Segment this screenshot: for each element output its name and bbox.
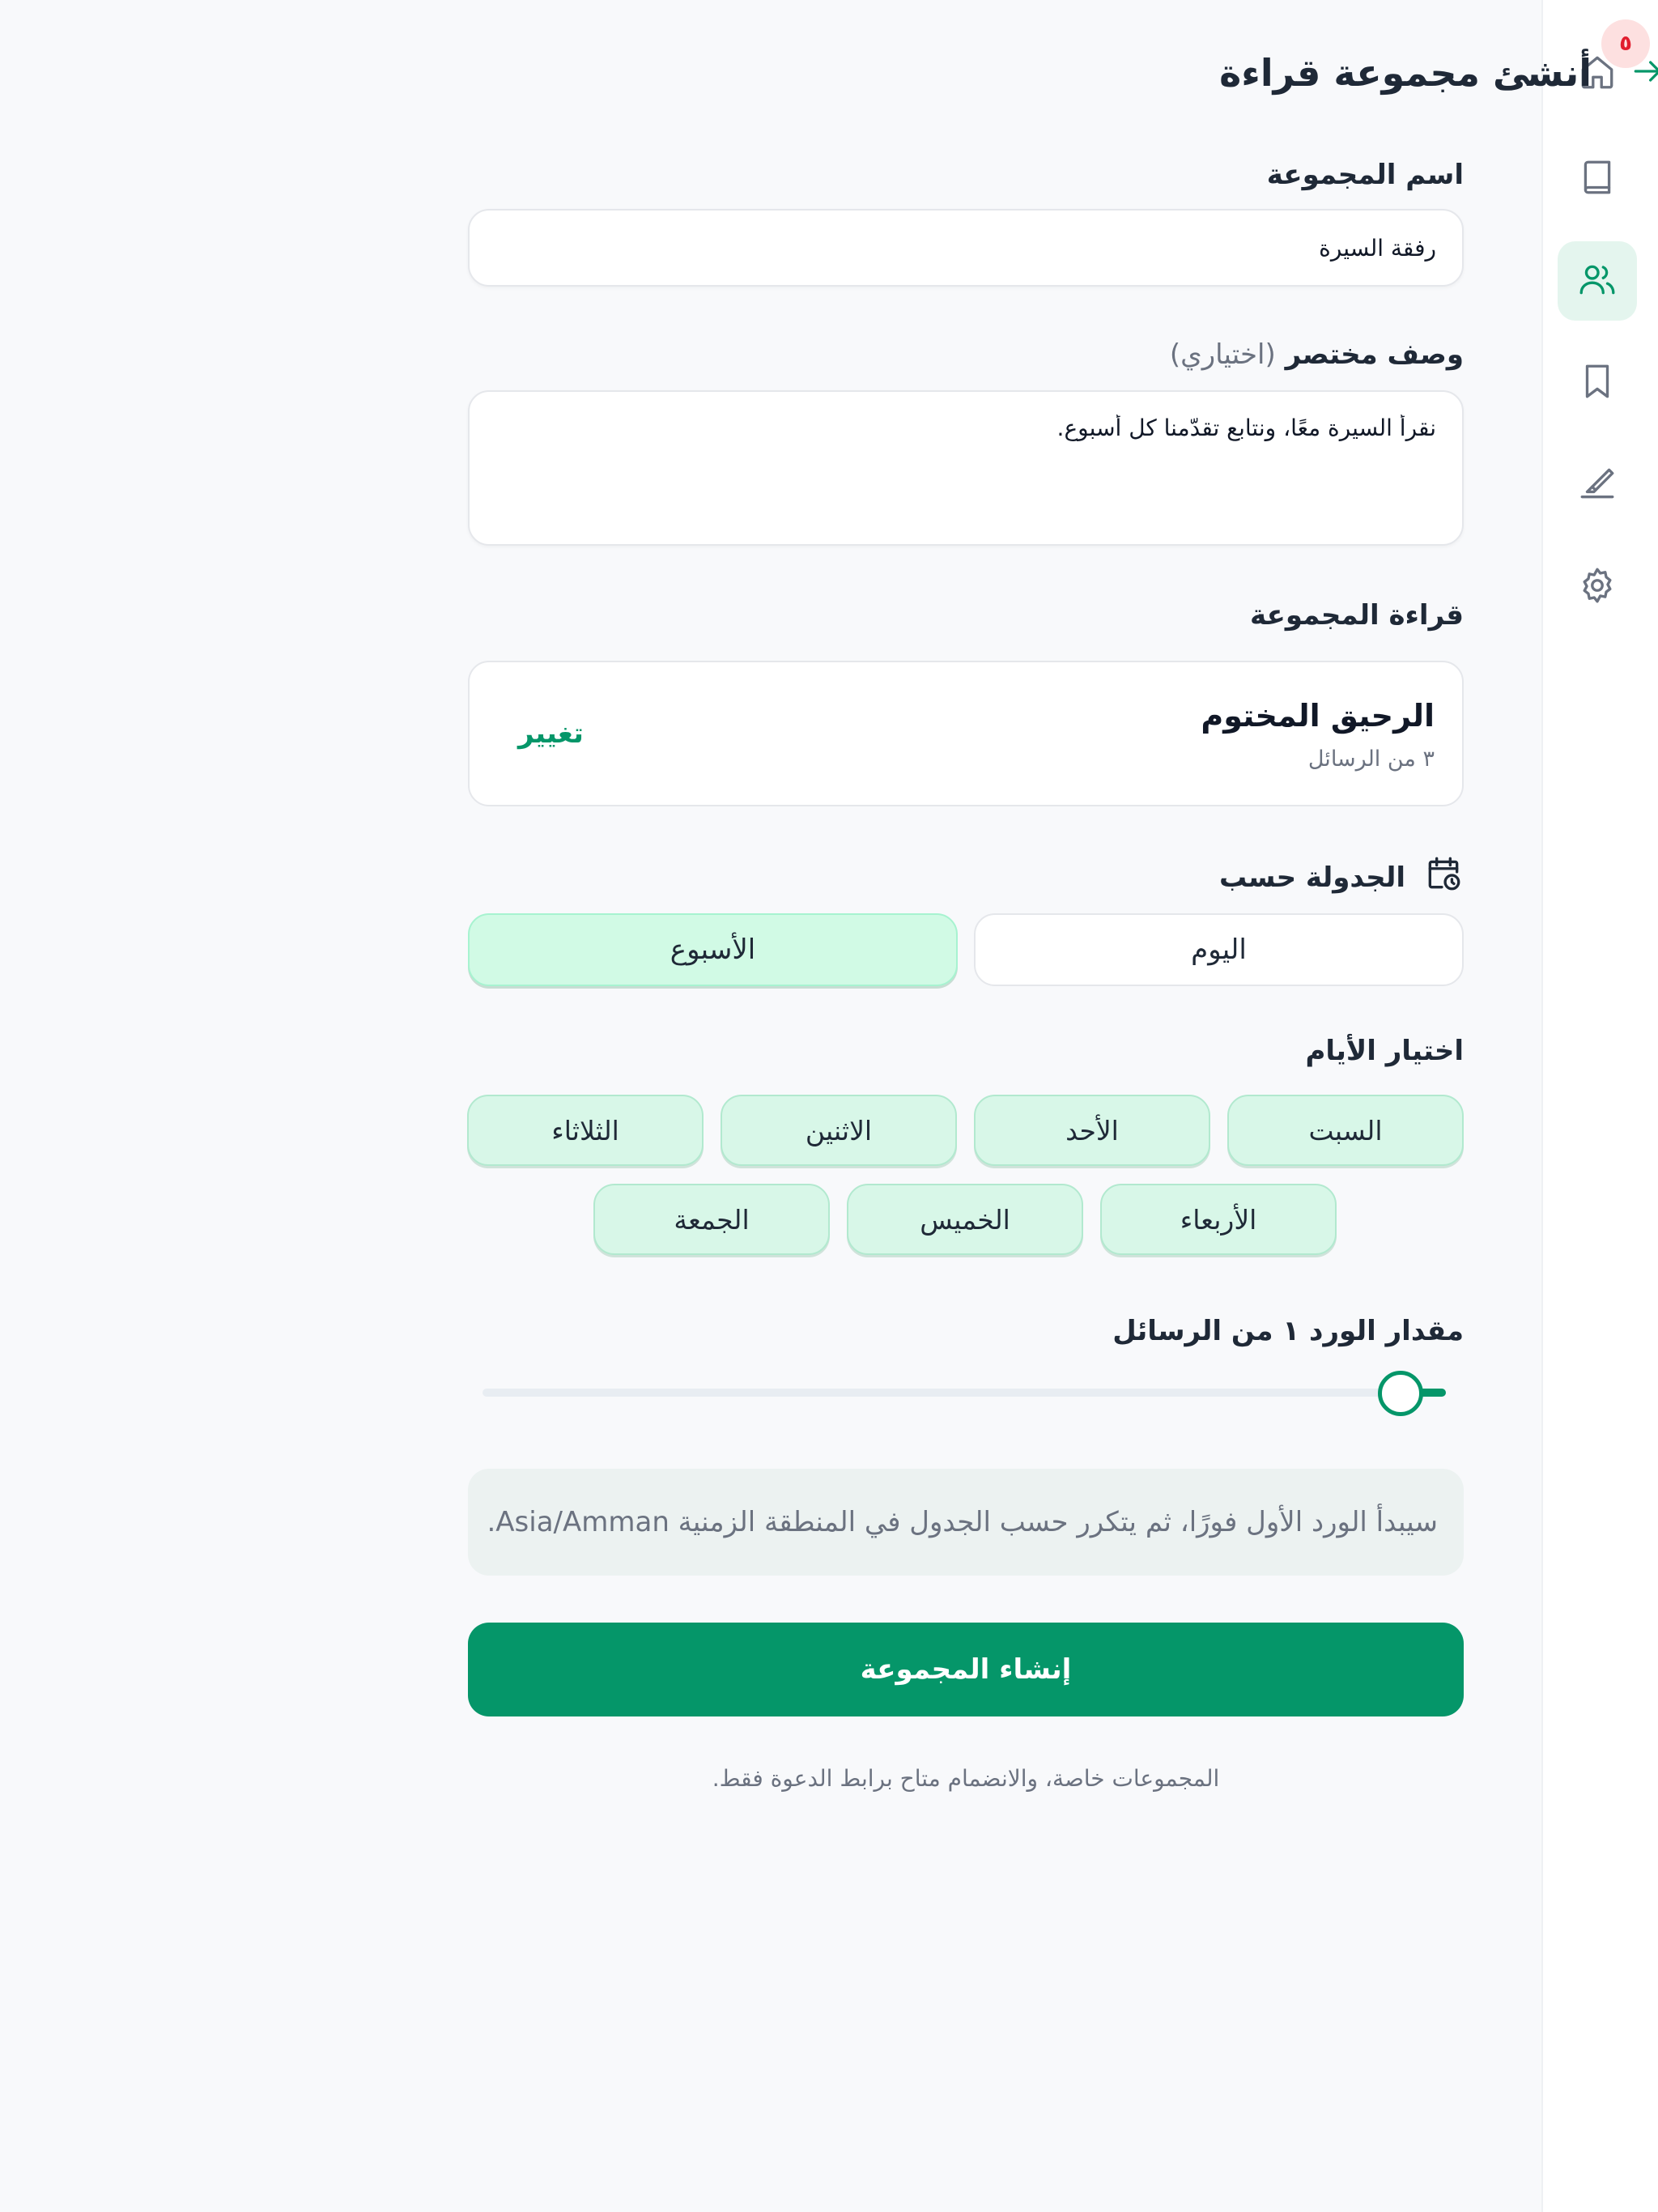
bookmark-icon	[1577, 361, 1618, 405]
day-chip-thursday[interactable]: الخميس	[847, 1184, 1083, 1255]
create-group-button[interactable]: إنشاء المجموعة	[468, 1623, 1464, 1716]
privacy-note: المجموعات خاصة، والانضمام متاح برابط الد…	[712, 1765, 1220, 1792]
change-book-button[interactable]: تغيير	[518, 717, 584, 750]
back-button[interactable]	[1629, 54, 1658, 91]
day-chip-friday[interactable]: الجمعة	[593, 1184, 830, 1255]
selected-book-card: الرحيق المختوم ٣ من الرسائل تغيير	[468, 661, 1464, 806]
nav-groups[interactable]	[1558, 241, 1637, 321]
optional-hint: (اختياري)	[1169, 338, 1276, 371]
group-name-field[interactable]	[468, 209, 1464, 287]
group-name-label: اسم المجموعة	[1266, 159, 1464, 191]
timezone-info: سيبدأ الورد الأول فورًا، ثم يتكرر حسب ال…	[468, 1469, 1464, 1576]
days-label: اختيار الأيام	[1305, 1035, 1464, 1067]
gear-icon	[1577, 565, 1618, 609]
page-title: أنشئ مجموعة قراءة	[1219, 51, 1592, 95]
page-header: أنشئ مجموعة قراءة	[1180, 39, 1658, 107]
calendar-clock-icon	[1423, 853, 1464, 901]
highlighter-icon	[1577, 463, 1618, 507]
schedule-option-day[interactable]: اليوم	[974, 913, 1464, 986]
schedule-option-week[interactable]: الأسبوع	[468, 913, 958, 986]
schedule-label-text: الجدولة حسب	[1218, 861, 1405, 894]
book-title: الرحيق المختوم	[1201, 698, 1435, 734]
day-chip-saturday[interactable]: السبت	[1227, 1095, 1464, 1166]
nav-library[interactable]	[1558, 139, 1637, 219]
schedule-label: الجدولة حسب	[1219, 853, 1464, 901]
description-field[interactable]: نقرأ السيرة معًا، ونتابع تقدّمنا كل أسبو…	[468, 390, 1464, 546]
nav-highlights[interactable]	[1558, 445, 1637, 525]
book-progress: ٣ من الرسائل	[1307, 747, 1435, 772]
description-label: وصف مختصر (اختياري)	[1170, 338, 1464, 371]
book-icon	[1577, 157, 1618, 201]
description-textarea[interactable]: نقرأ السيرة معًا، ونتابع تقدّمنا كل أسبو…	[495, 415, 1436, 495]
day-chip-tuesday[interactable]: الثلاثاء	[467, 1095, 704, 1166]
nav-settings[interactable]	[1558, 547, 1637, 627]
reading-label: قراءة المجموعة	[1249, 599, 1464, 632]
day-chip-wednesday[interactable]: الأربعاء	[1100, 1184, 1337, 1255]
amount-label: مقدار الورد ١ من الرسائل	[1112, 1315, 1464, 1347]
group-name-input[interactable]	[495, 235, 1436, 262]
app-root: ٥ أنشئ مجموعة قراءة اسم المجموعة رفقة ال…	[0, 0, 1658, 2212]
amount-slider-track[interactable]	[483, 1389, 1446, 1397]
day-chip-monday[interactable]: الاثنين	[721, 1095, 957, 1166]
users-icon	[1577, 259, 1618, 303]
nav-rail: ٥	[1541, 0, 1658, 2212]
amount-slider-thumb[interactable]	[1378, 1371, 1423, 1416]
description-label-text: وصف مختصر	[1285, 338, 1464, 371]
arrow-back-icon	[1630, 53, 1658, 92]
day-chip-sunday[interactable]: الأحد	[974, 1095, 1210, 1166]
nav-bookmarks[interactable]	[1558, 343, 1637, 423]
